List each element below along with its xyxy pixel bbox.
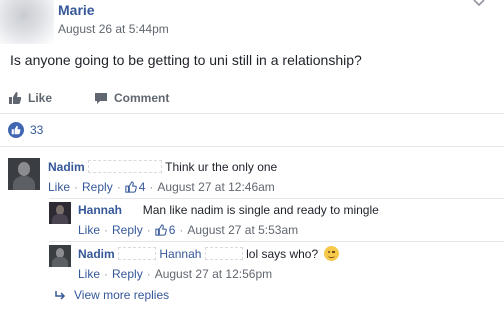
- reply-body: Hannah Man like nadim is single and read…: [78, 203, 379, 217]
- comment-text: Think ur the only one: [165, 160, 278, 174]
- divider: [49, 241, 504, 242]
- reply-text: lol says who?: [246, 247, 319, 261]
- reply-author[interactable]: Nadim: [78, 247, 115, 261]
- commenter-avatar[interactable]: [49, 202, 71, 224]
- divider: [0, 113, 504, 114]
- post-text: Is anyone going to be getting to uni sti…: [10, 52, 362, 68]
- like-button[interactable]: Like: [8, 91, 52, 105]
- reply-reply-link[interactable]: Reply: [112, 267, 143, 281]
- reaction-summary[interactable]: 33: [8, 122, 43, 138]
- speech-bubble-icon: [95, 92, 108, 104]
- post-author[interactable]: Marie: [58, 2, 95, 18]
- author-avatar[interactable]: [0, 0, 54, 44]
- reply-timestamp[interactable]: August 27 at 12:56pm: [155, 267, 272, 281]
- divider: [49, 198, 504, 199]
- thumbs-up-icon: [155, 224, 167, 236]
- thumbs-up-icon: [125, 181, 137, 193]
- comment-reaction-count[interactable]: 4: [125, 180, 145, 194]
- reply-text: Man like nadim is single and ready to mi…: [142, 203, 379, 217]
- divider: [0, 146, 504, 147]
- redacted-surname: [125, 203, 140, 216]
- comment-meta: Like · Reply · 4 · August 27 at 12:46am: [48, 180, 275, 194]
- mention-link[interactable]: Hannah: [159, 247, 201, 261]
- post-timestamp[interactable]: August 26 at 5:44pm: [58, 22, 169, 36]
- reply-arrow-icon: [55, 291, 66, 300]
- post-action-bar: Like Comment: [8, 88, 211, 108]
- reply-body: Nadim Hannah lol says who?: [78, 246, 339, 261]
- view-more-replies-link[interactable]: View more replies: [54, 288, 169, 302]
- reply-meta: Like · Reply · 6 · August 27 at 5:53am: [78, 223, 299, 237]
- reply-like-link[interactable]: Like: [78, 267, 100, 281]
- comment-reply-link[interactable]: Reply: [82, 180, 113, 194]
- reply-meta: Like · Reply · August 27 at 12:56pm: [78, 267, 273, 281]
- commenter-avatar[interactable]: [49, 245, 71, 267]
- view-more-label: View more replies: [74, 288, 170, 302]
- winking-face-emoji: [323, 246, 339, 261]
- reply-like-link[interactable]: Like: [78, 223, 100, 237]
- facebook-post: Marie August 26 at 5:44pm Is anyone goin…: [0, 0, 504, 313]
- chevron-down-icon[interactable]: [472, 0, 486, 8]
- reply-author[interactable]: Hannah: [78, 203, 122, 217]
- like-badge-icon: [8, 122, 24, 138]
- comment-author[interactable]: Nadim: [48, 160, 85, 174]
- redacted-surname: [88, 160, 163, 173]
- comment-timestamp[interactable]: August 27 at 12:46am: [157, 180, 274, 194]
- comment-body: Nadim Think ur the only one: [48, 160, 277, 174]
- reply-reply-link[interactable]: Reply: [112, 223, 143, 237]
- redacted-surname: [118, 247, 157, 260]
- comment-label: Comment: [114, 91, 170, 105]
- thumbs-up-icon: [9, 92, 22, 104]
- reply-reaction-count[interactable]: 6: [155, 223, 175, 237]
- like-label: Like: [28, 91, 53, 105]
- like-count: 33: [30, 123, 44, 137]
- comment-like-link[interactable]: Like: [48, 180, 70, 194]
- commenter-avatar[interactable]: [8, 158, 40, 190]
- redacted-surname: [204, 247, 243, 260]
- reply-timestamp[interactable]: August 27 at 5:53am: [187, 223, 298, 237]
- comment-button[interactable]: Comment: [94, 91, 169, 105]
